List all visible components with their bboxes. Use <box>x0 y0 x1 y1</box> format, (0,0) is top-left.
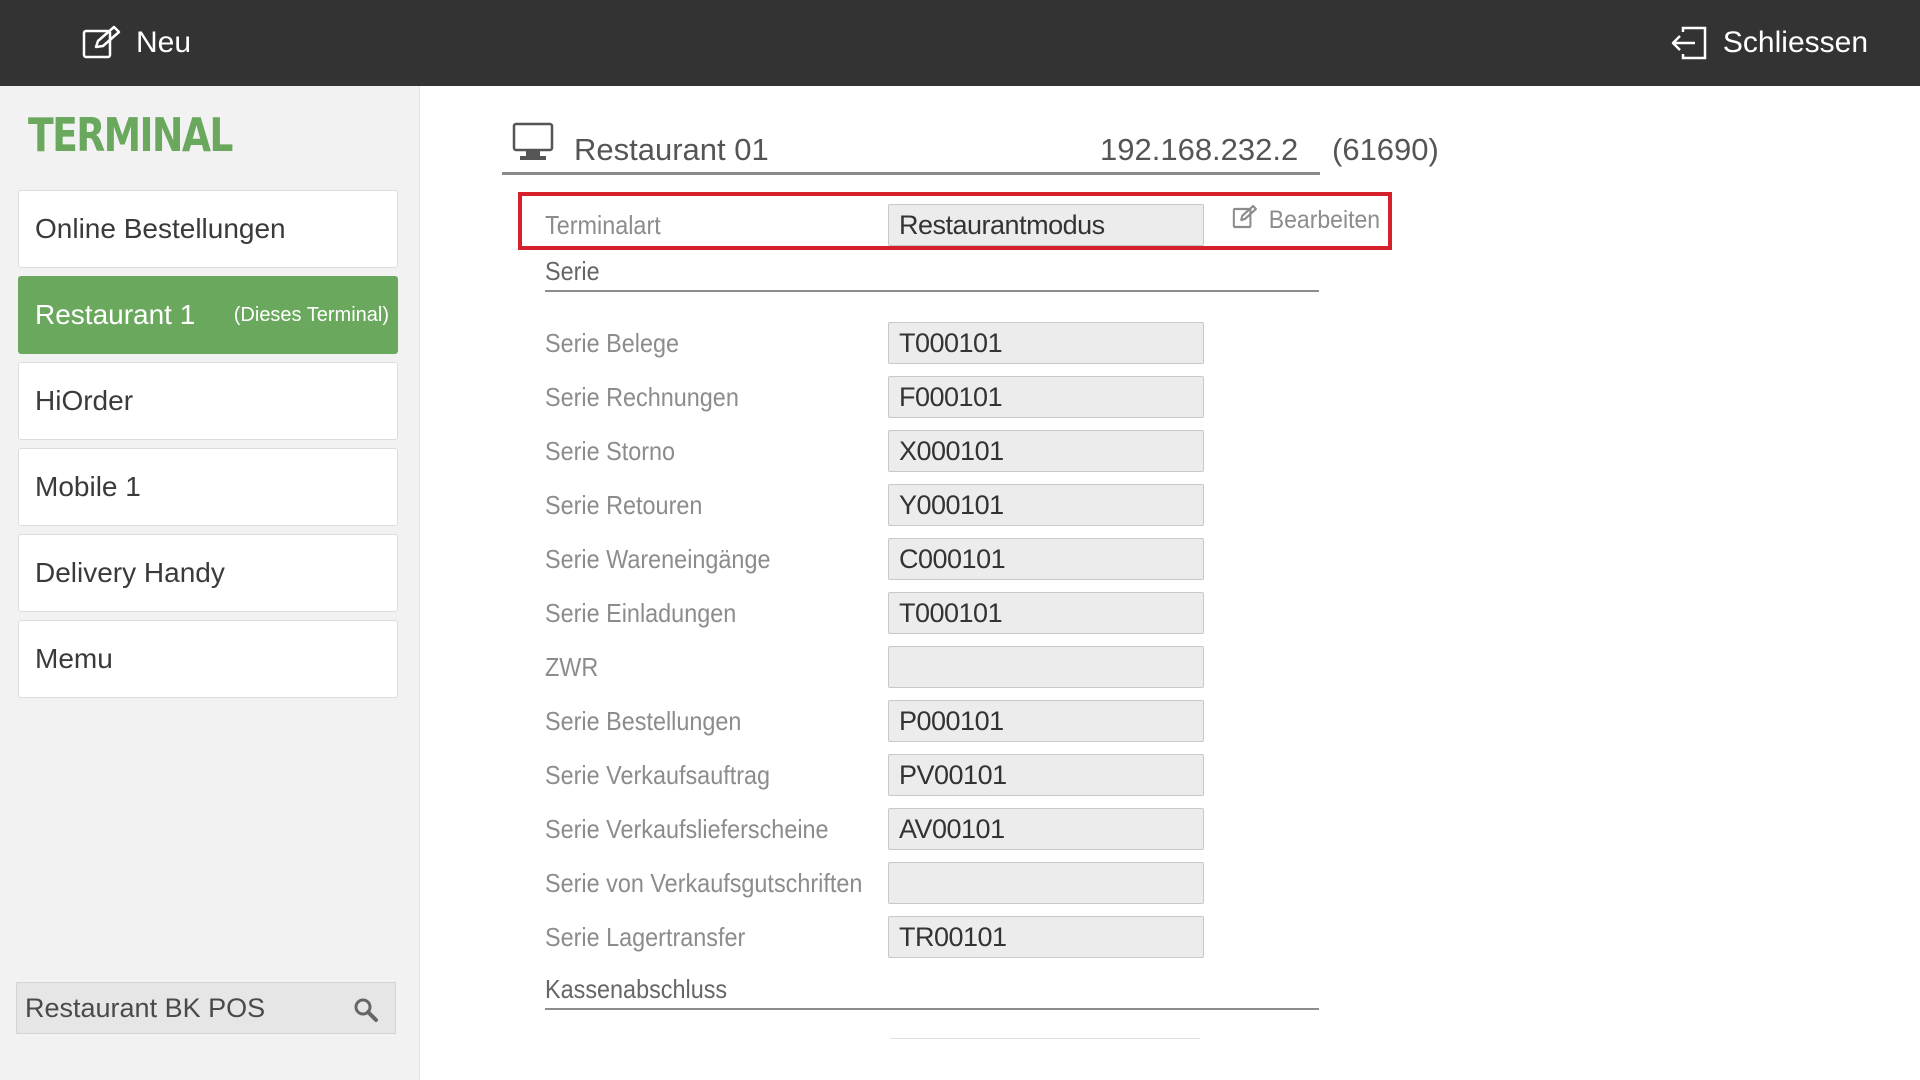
field-serie-wareneingaenge[interactable]: C000101 <box>888 538 1204 580</box>
edit-icon <box>1232 204 1258 237</box>
sidebar-item-label: Online Bestellungen <box>35 213 286 244</box>
row-label-serie-verkaufsgutschriften: Serie von Verkaufsgutschriften <box>545 868 863 898</box>
sidebar-item-label: Memu <box>35 643 113 674</box>
field-serie-belege[interactable]: T000101 <box>888 322 1204 364</box>
sidebar-item-delivery-handy[interactable]: Delivery Handy <box>18 534 398 612</box>
current-terminal-note: (Dieses Terminal) <box>233 303 389 326</box>
sidebar-item-memu[interactable]: Memu <box>18 620 398 698</box>
edit-button[interactable]: Bearbeiten <box>1232 204 1380 237</box>
field-serie-retouren[interactable]: Y000101 <box>888 484 1204 526</box>
field-zwr[interactable] <box>888 646 1204 688</box>
terminalart-field[interactable]: Restaurantmodus <box>888 204 1204 246</box>
row-label-serie-retouren: Serie Retouren <box>545 490 703 520</box>
terminal-name: Restaurant 01 <box>574 132 769 167</box>
field-serie-einladungen[interactable]: T000101 <box>888 592 1204 634</box>
row-label-serie-belege: Serie Belege <box>545 328 680 358</box>
search-icon[interactable] <box>353 997 379 1028</box>
sidebar-item-label: Restaurant 1 <box>35 299 196 330</box>
sidebar-item-hiorder[interactable]: HiOrder <box>18 362 398 440</box>
terminal-header: Restaurant 01 192.168.232.2 (61690) <box>502 122 1439 175</box>
search-box <box>16 982 396 1034</box>
exit-icon <box>1669 24 1709 62</box>
sidebar-item-mobile-1[interactable]: Mobile 1 <box>18 448 398 526</box>
section-kassenabschluss: Kassenabschluss <box>545 974 1319 1010</box>
terminal-ip: 192.168.232.2 <box>1100 132 1299 167</box>
search-input[interactable] <box>17 991 347 1025</box>
row-label-serie-verkaufsauftrag: Serie Verkaufsauftrag <box>545 760 771 790</box>
close-button-label: Schliessen <box>1722 26 1868 59</box>
field-serie-verkaufsgutschriften[interactable] <box>888 862 1204 904</box>
field-serie-verkaufslieferscheine[interactable]: AV00101 <box>888 808 1204 850</box>
sidebar-item-label: Mobile 1 <box>35 471 141 502</box>
row-label-zwr: ZWR <box>545 652 599 682</box>
row-label-serie-einladungen: Serie Einladungen <box>545 598 737 628</box>
edit-button-label: Bearbeiten <box>1268 206 1381 234</box>
sidebar-item-online-bestellungen[interactable]: Online Bestellungen <box>18 190 398 268</box>
edit-icon <box>82 25 122 61</box>
divider <box>890 1038 1200 1039</box>
sidebar-item-label: HiOrder <box>35 385 134 416</box>
section-serie: Serie <box>545 256 1319 292</box>
terminal-list: Online Bestellungen Restaurant 1 (Dieses… <box>18 190 398 706</box>
sidebar-title: TERMINAL <box>28 108 233 162</box>
field-serie-lagertransfer[interactable]: TR00101 <box>888 916 1204 958</box>
terminalart-label: Terminalart <box>545 210 661 240</box>
field-serie-verkaufsauftrag[interactable]: PV00101 <box>888 754 1204 796</box>
field-serie-storno[interactable]: X000101 <box>888 430 1204 472</box>
row-label-serie-storno: Serie Storno <box>545 436 676 466</box>
row-label-serie-rechnungen: Serie Rechnungen <box>545 382 739 412</box>
terminal-port: (61690) <box>1332 132 1439 167</box>
top-bar: Neu Schliessen <box>0 0 1920 86</box>
sidebar-item-restaurant-1[interactable]: Restaurant 1 (Dieses Terminal) <box>18 276 398 354</box>
sidebar-item-label: Delivery Handy <box>35 557 225 588</box>
new-button-label: Neu <box>136 26 192 59</box>
field-serie-bestellungen[interactable]: P000101 <box>888 700 1204 742</box>
monitor-icon <box>512 122 554 167</box>
main-content: Restaurant 01 192.168.232.2 (61690) Term… <box>420 86 1920 1080</box>
field-serie-rechnungen[interactable]: F000101 <box>888 376 1204 418</box>
row-label-serie-verkaufslieferscheine: Serie Verkaufslieferscheine <box>545 814 829 844</box>
new-button[interactable]: Neu <box>82 0 191 86</box>
sidebar: TERMINAL Online Bestellungen Restaurant … <box>0 86 420 1080</box>
row-label-serie-bestellungen: Serie Bestellungen <box>545 706 742 736</box>
row-label-serie-wareneingaenge: Serie Wareneingänge <box>545 544 771 574</box>
close-button[interactable]: Schliessen <box>1669 0 1868 86</box>
row-label-serie-lagertransfer: Serie Lagertransfer <box>545 922 746 952</box>
